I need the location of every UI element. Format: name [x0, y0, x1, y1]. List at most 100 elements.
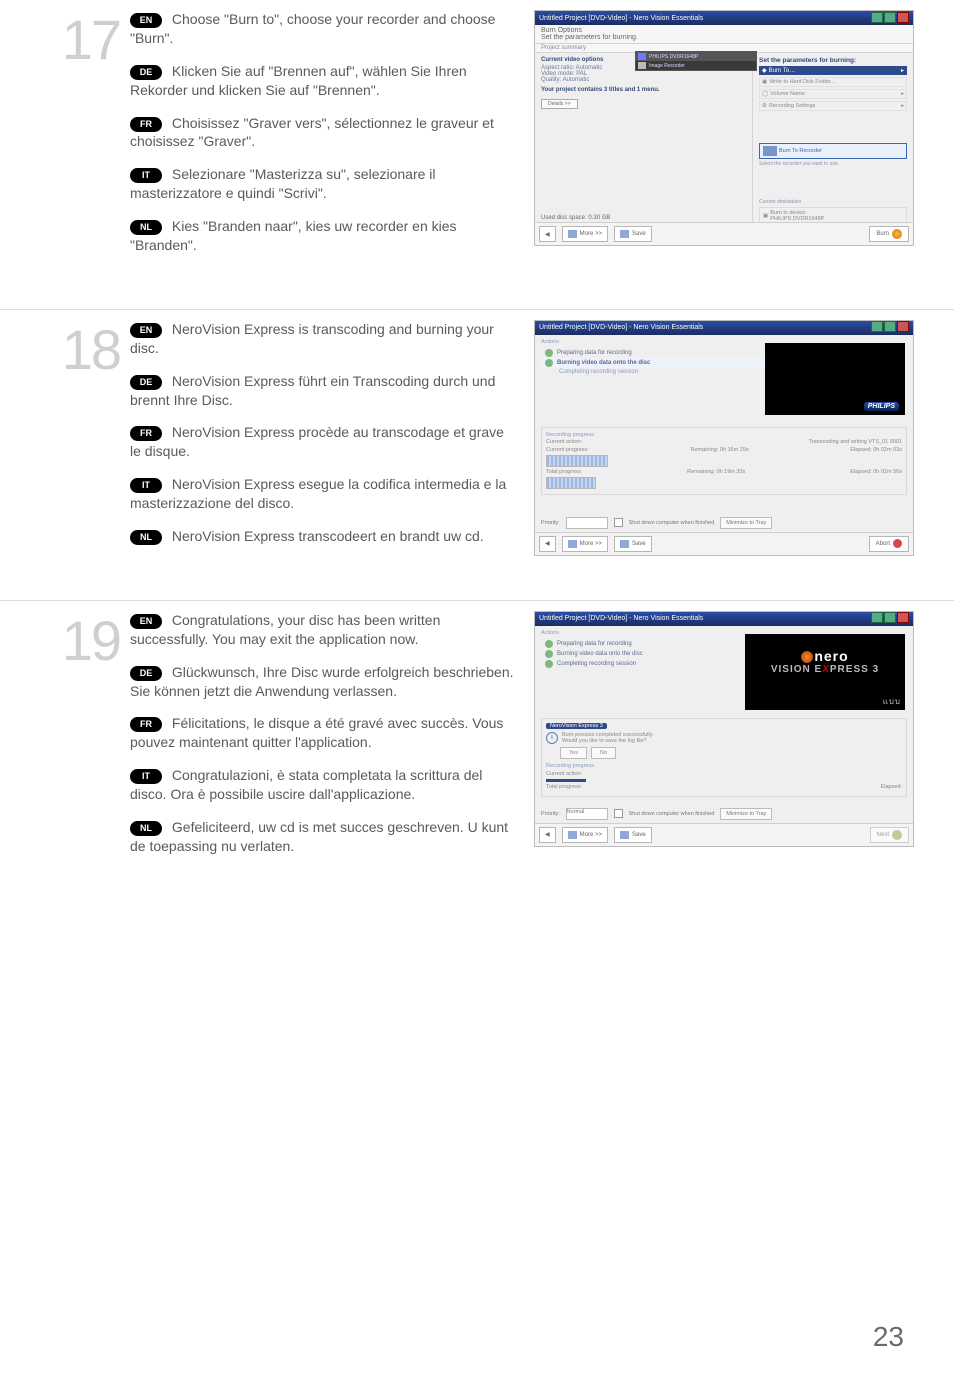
lang-block-de: DE NeroVision Express führt ein Transcod… — [130, 372, 514, 410]
flame-icon — [892, 229, 902, 239]
priority-label: Priority: — [541, 811, 560, 817]
lang-pill-fr: FR — [130, 117, 162, 132]
logo-pane: nero VISION EXPRESS 3 แบบ — [745, 634, 905, 710]
next-button[interactable]: Next — [870, 827, 909, 843]
text-column: EN NeroVision Express is transcoding and… — [130, 320, 534, 560]
volume-name-option[interactable]: ◯Volume Name▸ — [759, 89, 907, 99]
minimize-tray-button[interactable]: Minimize to Tray — [720, 517, 772, 529]
priority-label: Priority: — [541, 520, 560, 526]
step-19: 19 EN Congratulations, your disc has bee… — [0, 600, 954, 900]
lang-pill-fr: FR — [130, 717, 162, 732]
text-it: Congratulazioni, è stata completata la s… — [130, 767, 482, 802]
lang-block-en: EN Choose "Burn to", choose your recorde… — [130, 10, 514, 48]
folder-icon: ▣ — [762, 79, 767, 85]
back-button[interactable]: ◀ — [539, 536, 556, 552]
lang-block-de: DE Glückwunsch, Ihre Disc wurde erfolgre… — [130, 663, 514, 701]
window-title: Untitled Project [DVD-Video] - Nero Visi… — [539, 615, 703, 622]
gear-icon: ⚙ — [762, 103, 767, 109]
screenshot-18: Untitled Project [DVD-Video] - Nero Visi… — [534, 320, 914, 556]
recorder-image[interactable]: Image Recorder — [649, 63, 685, 69]
more-button[interactable]: More >> — [562, 827, 608, 843]
write-hd-option[interactable]: ▣Write to Hard Disk Folder… — [759, 77, 907, 87]
save-button[interactable]: Save — [614, 536, 652, 552]
step-number: 18 — [40, 324, 130, 376]
bottom-bar: ◀ More >> Save Abort — [535, 532, 913, 555]
check-icon — [545, 660, 553, 668]
play-icon — [545, 359, 553, 367]
burn-to-recorder[interactable]: Burn To Recorder — [759, 143, 907, 159]
info-icon: i — [546, 732, 558, 744]
save-button[interactable]: Save — [614, 226, 652, 242]
lang-pill-de: DE — [130, 375, 162, 390]
recorder-dropdown[interactable]: PHILIPS DVDR1648P Image Recorder — [635, 51, 757, 71]
text-en: Congratulations, your disc has been writ… — [130, 612, 440, 647]
lang-pill-fr: FR — [130, 426, 162, 441]
shutdown-checkbox[interactable] — [614, 809, 623, 818]
window-buttons[interactable] — [870, 612, 909, 625]
titlebar: Untitled Project [DVD-Video] - Nero Visi… — [535, 612, 913, 626]
shutdown-label: Shut down computer when finished — [629, 520, 715, 526]
lang-block-fr: FR Choisissez "Graver vers", sélectionne… — [130, 114, 514, 152]
more-button[interactable]: More >> — [562, 536, 608, 552]
elapsed-2: Elapsed: 0h 02m 56s — [850, 469, 902, 475]
lang-pill-en: EN — [130, 13, 162, 28]
text-fr: NeroVision Express procède au transcodag… — [130, 424, 504, 459]
flame-icon: ◆ — [762, 67, 767, 74]
project-contains: Your project contains 3 titles and 1 men… — [541, 87, 746, 93]
no-button[interactable]: No — [591, 747, 616, 759]
recorder-philips[interactable]: PHILIPS DVDR1648P — [649, 54, 698, 60]
current-destination-label: Current destination — [759, 199, 907, 205]
check-icon — [545, 349, 553, 357]
dialog-line-2: Would you like to save the log file? — [562, 738, 647, 744]
text-en: NeroVision Express is transcoding and bu… — [130, 321, 494, 356]
back-button[interactable]: ◀ — [539, 226, 556, 242]
bottom-tag: แบบ — [883, 695, 901, 708]
nero-logo: nero — [745, 648, 905, 664]
priority-select[interactable]: Normal — [566, 808, 608, 820]
save-icon — [620, 540, 629, 548]
current-progress-label: Current progress: — [546, 447, 589, 453]
more-icon — [568, 831, 577, 839]
window-buttons[interactable] — [870, 321, 909, 334]
window-title: Untitled Project [DVD-Video] - Nero Visi… — [539, 324, 703, 331]
step-number: 19 — [40, 615, 130, 667]
dvd-brand-label: PHILIPS — [864, 402, 899, 411]
burn-to-button[interactable]: ◆Burn To…▸ — [759, 66, 907, 75]
minimize-tray-button[interactable]: Minimize to Tray — [720, 808, 772, 820]
more-button[interactable]: More >> — [562, 226, 608, 242]
abort-button[interactable]: Abort — [869, 536, 909, 552]
right-header: Set the parameters for burning: — [759, 57, 907, 64]
more-icon — [568, 230, 577, 238]
details-button[interactable]: Details >> — [541, 99, 578, 109]
lang-block-nl: NL Gefeliciteerd, uw cd is met succes ge… — [130, 818, 514, 856]
lang-block-de: DE Klicken Sie auf "Brennen auf", wählen… — [130, 62, 514, 100]
back-button[interactable]: ◀ — [539, 827, 556, 843]
save-icon — [620, 230, 629, 238]
lang-block-en: EN NeroVision Express is transcoding and… — [130, 320, 514, 358]
lang-pill-de: DE — [130, 65, 162, 80]
lang-block-nl: NL Kies "Branden naar", kies uw recorder… — [130, 217, 514, 255]
next-icon — [892, 830, 902, 840]
remaining-2: Remaining: 0h 19m 33s — [687, 469, 745, 475]
progress-zone: Recording progress Current action:Transc… — [541, 427, 907, 495]
text-de: Klicken Sie auf "Brennen auf", wählen Si… — [130, 63, 467, 98]
burn-button[interactable]: Burn — [869, 226, 909, 242]
current-action-value: Transcoding and writing VTS_01 0001 — [809, 439, 902, 445]
select-recorder-note: Select the recorder you want to use. — [759, 161, 907, 167]
lang-pill-nl: NL — [130, 821, 162, 836]
page-number: 23 — [873, 1321, 904, 1353]
save-button[interactable]: Save — [614, 827, 652, 843]
burn-options-header: Burn Options Set the parameters for burn… — [535, 25, 913, 44]
yes-button[interactable]: Yes — [560, 747, 587, 759]
lang-block-it: IT NeroVision Express esegue la codifica… — [130, 475, 514, 513]
priority-select[interactable] — [566, 517, 608, 529]
window-buttons[interactable] — [870, 12, 909, 25]
total-progress-bar — [546, 477, 596, 489]
shutdown-checkbox[interactable] — [614, 518, 623, 527]
shutdown-label: Shut down computer when finished — [629, 811, 715, 817]
lang-pill-it: IT — [130, 478, 162, 493]
footer-options: Priority: Shut down computer when finish… — [541, 517, 907, 529]
current-progress-bar — [546, 455, 608, 467]
lang-block-fr: FR NeroVision Express procède au transco… — [130, 423, 514, 461]
recording-settings-option[interactable]: ⚙Recording Settings▸ — [759, 101, 907, 111]
